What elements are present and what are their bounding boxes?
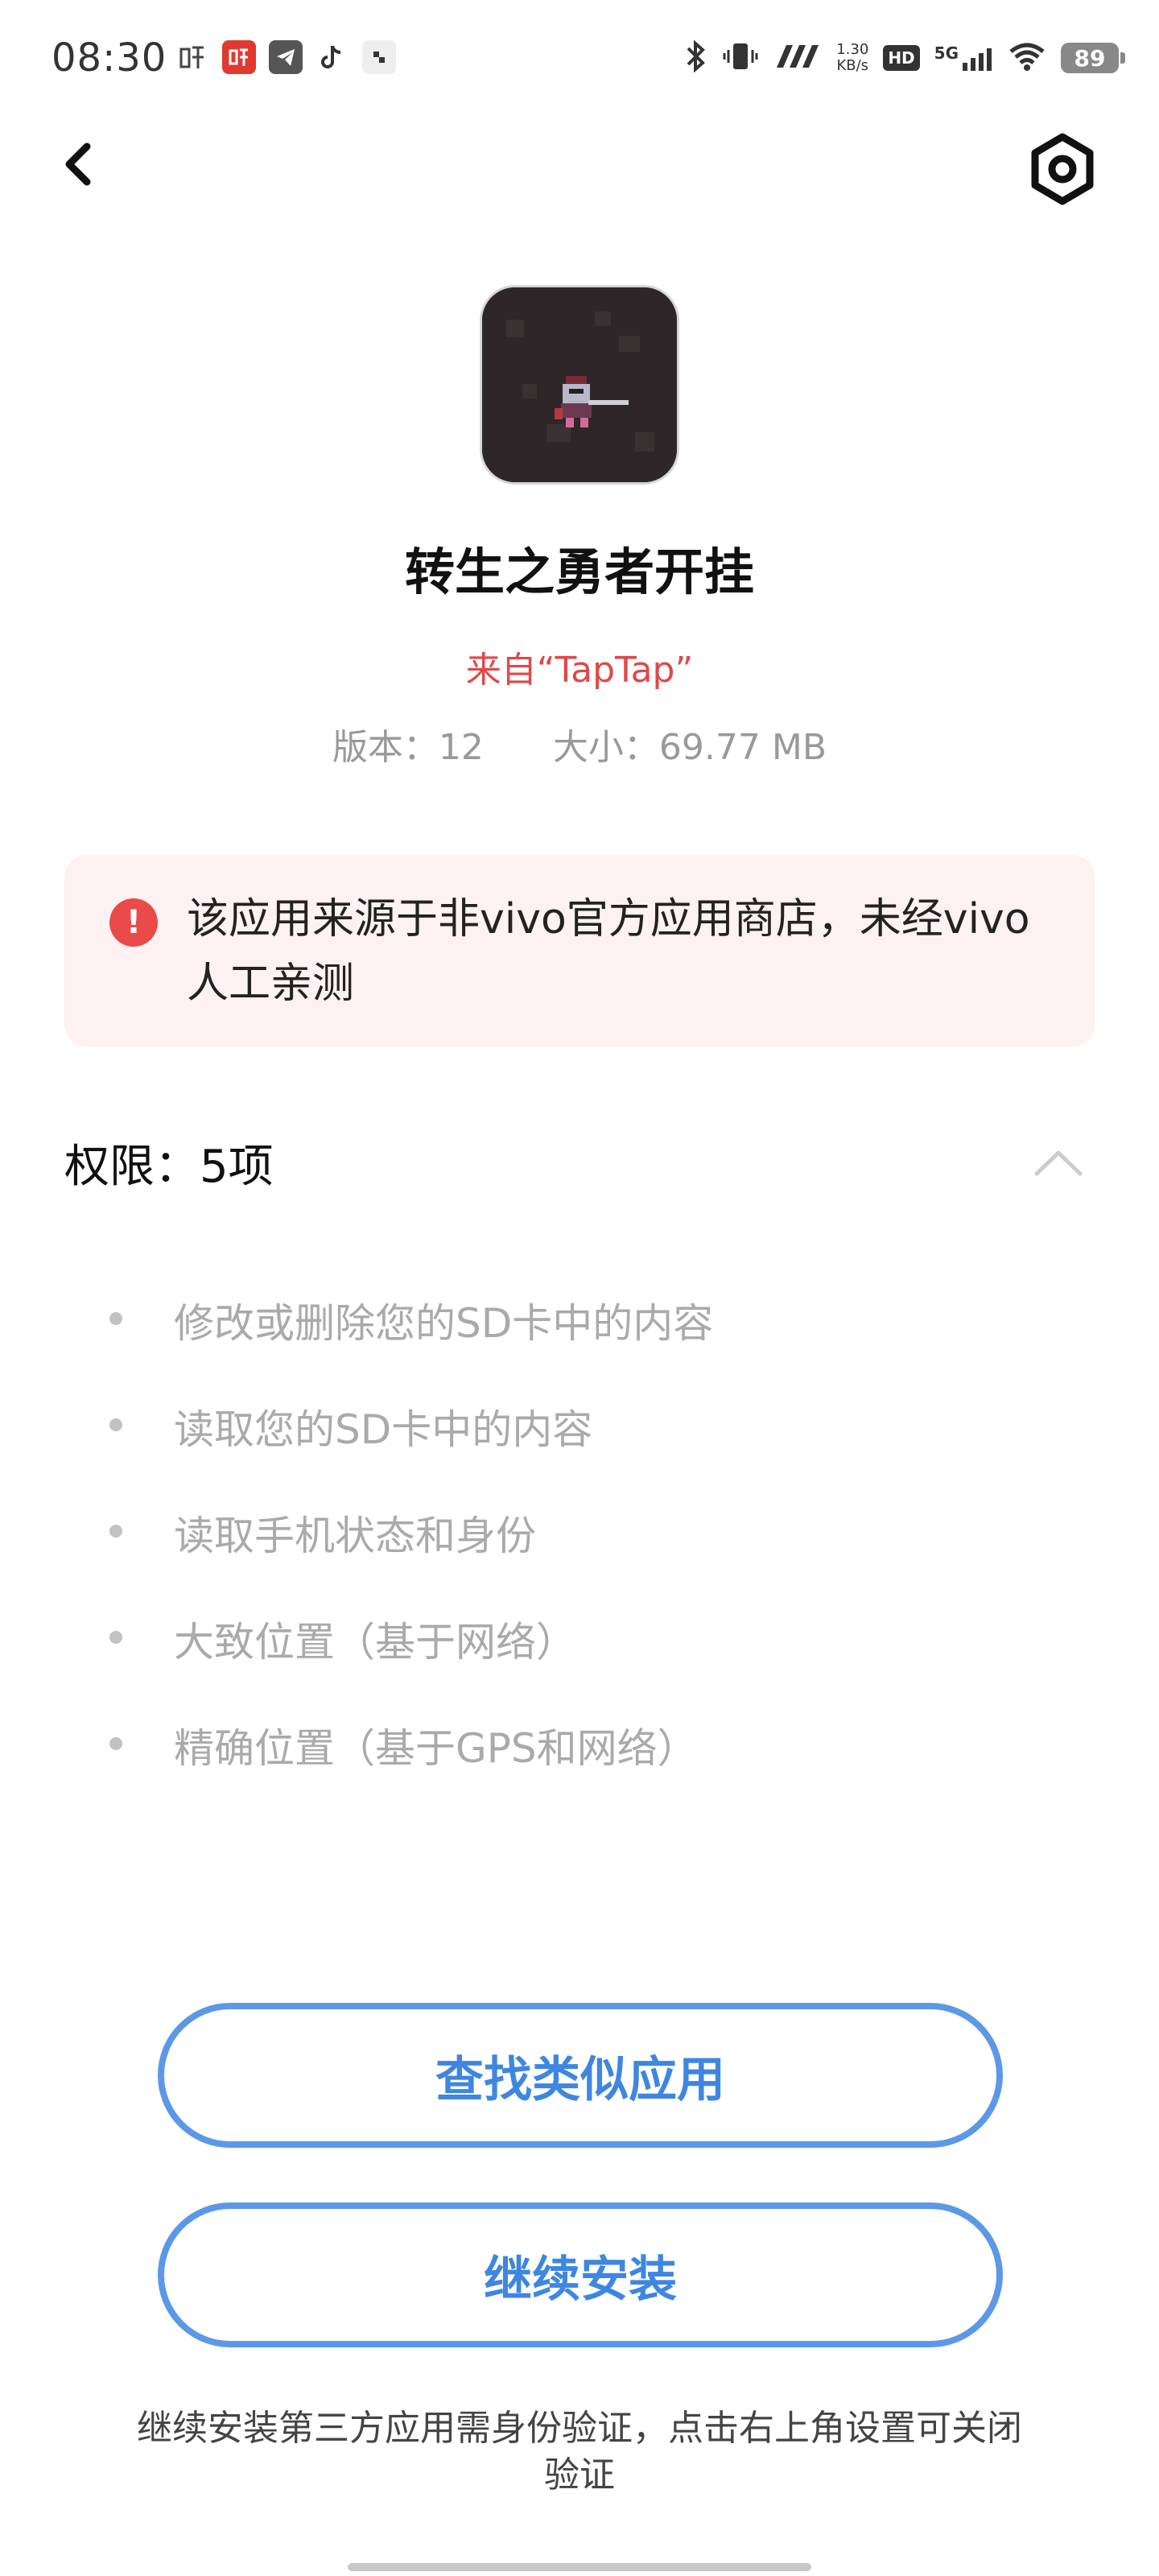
bluetooth-icon (683, 39, 707, 77)
hd-call-icon (773, 40, 822, 76)
settings-button[interactable] (1022, 129, 1103, 209)
app-meta: 版本：12 大小：69.77 MB (0, 718, 1159, 770)
vibrate-icon (722, 39, 759, 77)
exclamation-icon: ! (109, 898, 158, 947)
permission-item: 大致位置（基于网络） (109, 1610, 1035, 1716)
continue-install-button[interactable]: 继续安装 (158, 2202, 1003, 2347)
permission-label: 大致位置（基于网络） (174, 1619, 576, 1666)
tiktok-icon (316, 40, 349, 74)
app-source: 来自“TapTap” (465, 650, 694, 691)
status-time: 08:30 (52, 35, 167, 80)
bullet-icon (109, 1737, 122, 1750)
network-label: 5G (934, 43, 959, 63)
permission-label: 精确位置（基于GPS和网络） (174, 1725, 698, 1772)
permission-item: 修改或删除您的SD卡中的内容 (109, 1291, 1035, 1397)
back-button[interactable] (50, 129, 114, 201)
permissions-header: 权限：5项 (64, 1141, 274, 1193)
net-speed-value: 1.30 (836, 41, 869, 58)
battery-icon: 89 (1061, 43, 1125, 73)
wifi-icon (1008, 40, 1046, 76)
signal-5g-icon: 5G (934, 43, 993, 72)
permission-item: 读取手机状态和身份 (109, 1504, 1035, 1610)
app-version: 版本：12 (332, 727, 484, 768)
permission-label: 读取手机状态和身份 (174, 1513, 536, 1559)
status-bar: 08:30 1.30 KB/s HD 5G 89 (0, 0, 1159, 113)
notification-icons (175, 40, 396, 74)
app-name: 转生之勇者开挂 (404, 543, 754, 601)
bullet-icon (109, 1631, 122, 1644)
unofficial-source-warning: ! 该应用来源于非vivo官方应用商店，未经vivo人工亲测 (64, 855, 1095, 1046)
net-speed-unit: KB/s (836, 57, 869, 74)
chevron-left-icon (65, 142, 91, 186)
find-similar-apps-button[interactable]: 查找类似应用 (158, 2003, 1003, 2148)
ting-red-icon (222, 40, 256, 74)
permissions-collapse-toggle[interactable] (1030, 1143, 1087, 1183)
warning-text: 该应用来源于非vivo官方应用商店，未经vivo人工亲测 (187, 895, 1030, 1008)
bullet-icon (109, 1418, 122, 1431)
app-small-icon (362, 40, 396, 74)
app-icon (480, 285, 679, 485)
ting-icon (175, 40, 209, 74)
verification-note: 继续安装第三方应用需身份验证，点击右上角设置可关闭验证 (137, 2408, 1022, 2496)
home-indicator[interactable] (348, 2563, 811, 2571)
net-speed: 1.30 KB/s (836, 42, 868, 74)
hexagon-settings-icon (1031, 133, 1094, 205)
permission-item: 精确位置（基于GPS和网络） (109, 1716, 1035, 1823)
permission-label: 修改或删除您的SD卡中的内容 (174, 1300, 714, 1347)
telegram-icon (269, 40, 303, 74)
permissions-list: 修改或删除您的SD卡中的内容 读取您的SD卡中的内容 读取手机状态和身份 大致位… (109, 1291, 1035, 1823)
hd-badge: HD (883, 45, 920, 71)
permission-item: 读取您的SD卡中的内容 (109, 1397, 1035, 1504)
app-size: 大小：69.77 MB (552, 727, 827, 768)
bullet-icon (109, 1312, 122, 1325)
chevron-up-icon (1034, 1150, 1083, 1176)
status-right: 1.30 KB/s HD 5G 89 (683, 39, 1125, 77)
bullet-icon (109, 1525, 122, 1538)
permission-label: 读取您的SD卡中的内容 (174, 1406, 593, 1453)
